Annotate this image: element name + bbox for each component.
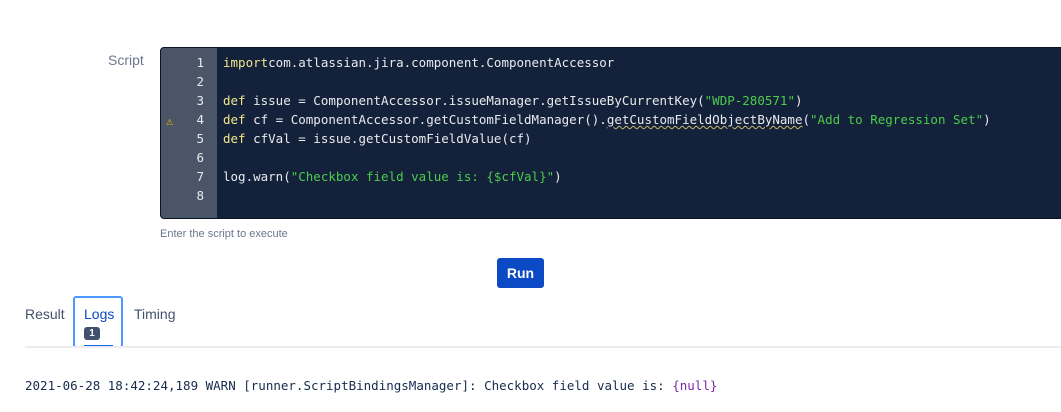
code-text: log.warn("Checkbox field value is: {$cfV…	[223, 167, 562, 186]
log-entry: 2021-06-28 18:42:24,189 WARN [runner.Scr…	[25, 378, 717, 393]
code-text: importcom.atlassian.jira.component.Compo…	[223, 53, 614, 72]
code-text: def issue = ComponentAccessor.issueManag…	[223, 91, 803, 110]
code-token: def	[223, 112, 246, 127]
line-number: 7	[196, 169, 204, 184]
code-token: def	[223, 131, 246, 146]
code-line[interactable]: 5 def cfVal = issue.getCustomFieldValue(c…	[161, 129, 1061, 148]
script-label: Script	[108, 52, 144, 68]
code-token: cf = ComponentAccessor.getCustomFieldMan…	[245, 112, 607, 127]
tab-logs-focus[interactable]	[73, 296, 123, 348]
script-hint: Enter the script to execute	[160, 228, 288, 240]
log-text: 2021-06-28 18:42:24,189 WARN [runner.Scr…	[25, 378, 673, 393]
code-line[interactable]: 3 def issue = ComponentAccessor.issueMana…	[161, 91, 1061, 110]
code-line[interactable]: 2	[161, 72, 1061, 91]
tab-timing[interactable]: Timing	[134, 306, 176, 322]
code-token: "Add to Regression Set"	[810, 112, 984, 127]
code-line[interactable]: ⚠ 4 def cf = ComponentAccessor.getCustomFi…	[161, 110, 1061, 129]
logs-count-badge: 1	[84, 327, 100, 340]
line-number: 6	[196, 150, 204, 165]
code-token: import	[223, 55, 269, 70]
code-line[interactable]: 6	[161, 148, 1061, 167]
tab-logs[interactable]: Logs	[84, 306, 114, 322]
log-value: {null}	[672, 378, 718, 393]
code-lines[interactable]: 1 importcom.atlassian.jira.component.Comp…	[161, 53, 1061, 205]
run-button[interactable]: Run	[497, 258, 544, 288]
line-number: 5	[196, 131, 204, 146]
line-number: 4	[196, 112, 204, 127]
code-token: cfVal = issue.getCustomFieldValue(cf)	[245, 131, 532, 146]
code-text: def cfVal = issue.getCustomFieldValue(cf…	[223, 129, 532, 148]
code-token: "WDP-280571"	[704, 93, 795, 108]
code-token: com.atlassian.jira.component.ComponentAc…	[268, 55, 615, 70]
code-line[interactable]: 7 log.warn("Checkbox field value is: {$cf…	[161, 167, 1061, 186]
code-token: )	[554, 169, 562, 184]
code-token: )	[794, 93, 803, 108]
line-number: 2	[196, 74, 204, 89]
line-number: 3	[196, 93, 204, 108]
code-text: def cf = ComponentAccessor.getCustomFiel…	[223, 110, 991, 129]
code-line[interactable]: 1 importcom.atlassian.jira.component.Comp…	[161, 53, 1061, 72]
tab-result[interactable]: Result	[25, 306, 65, 322]
code-token: getCustomFieldObjectByName	[606, 112, 803, 127]
line-number: 8	[196, 188, 204, 203]
code-line[interactable]: 8	[161, 186, 1061, 205]
line-number: 1	[196, 55, 204, 70]
code-token: )	[983, 112, 991, 127]
code-editor[interactable]: 1 importcom.atlassian.jira.component.Comp…	[160, 47, 1061, 219]
code-token: "Checkbox field value is: {$cfVal}"	[290, 169, 555, 184]
tabs-divider	[25, 346, 1061, 348]
code-token: log.warn(	[223, 169, 291, 184]
code-token: (	[802, 112, 811, 127]
code-token: issue = ComponentAccessor.issueManager.g…	[245, 93, 705, 108]
code-token: def	[223, 93, 246, 108]
